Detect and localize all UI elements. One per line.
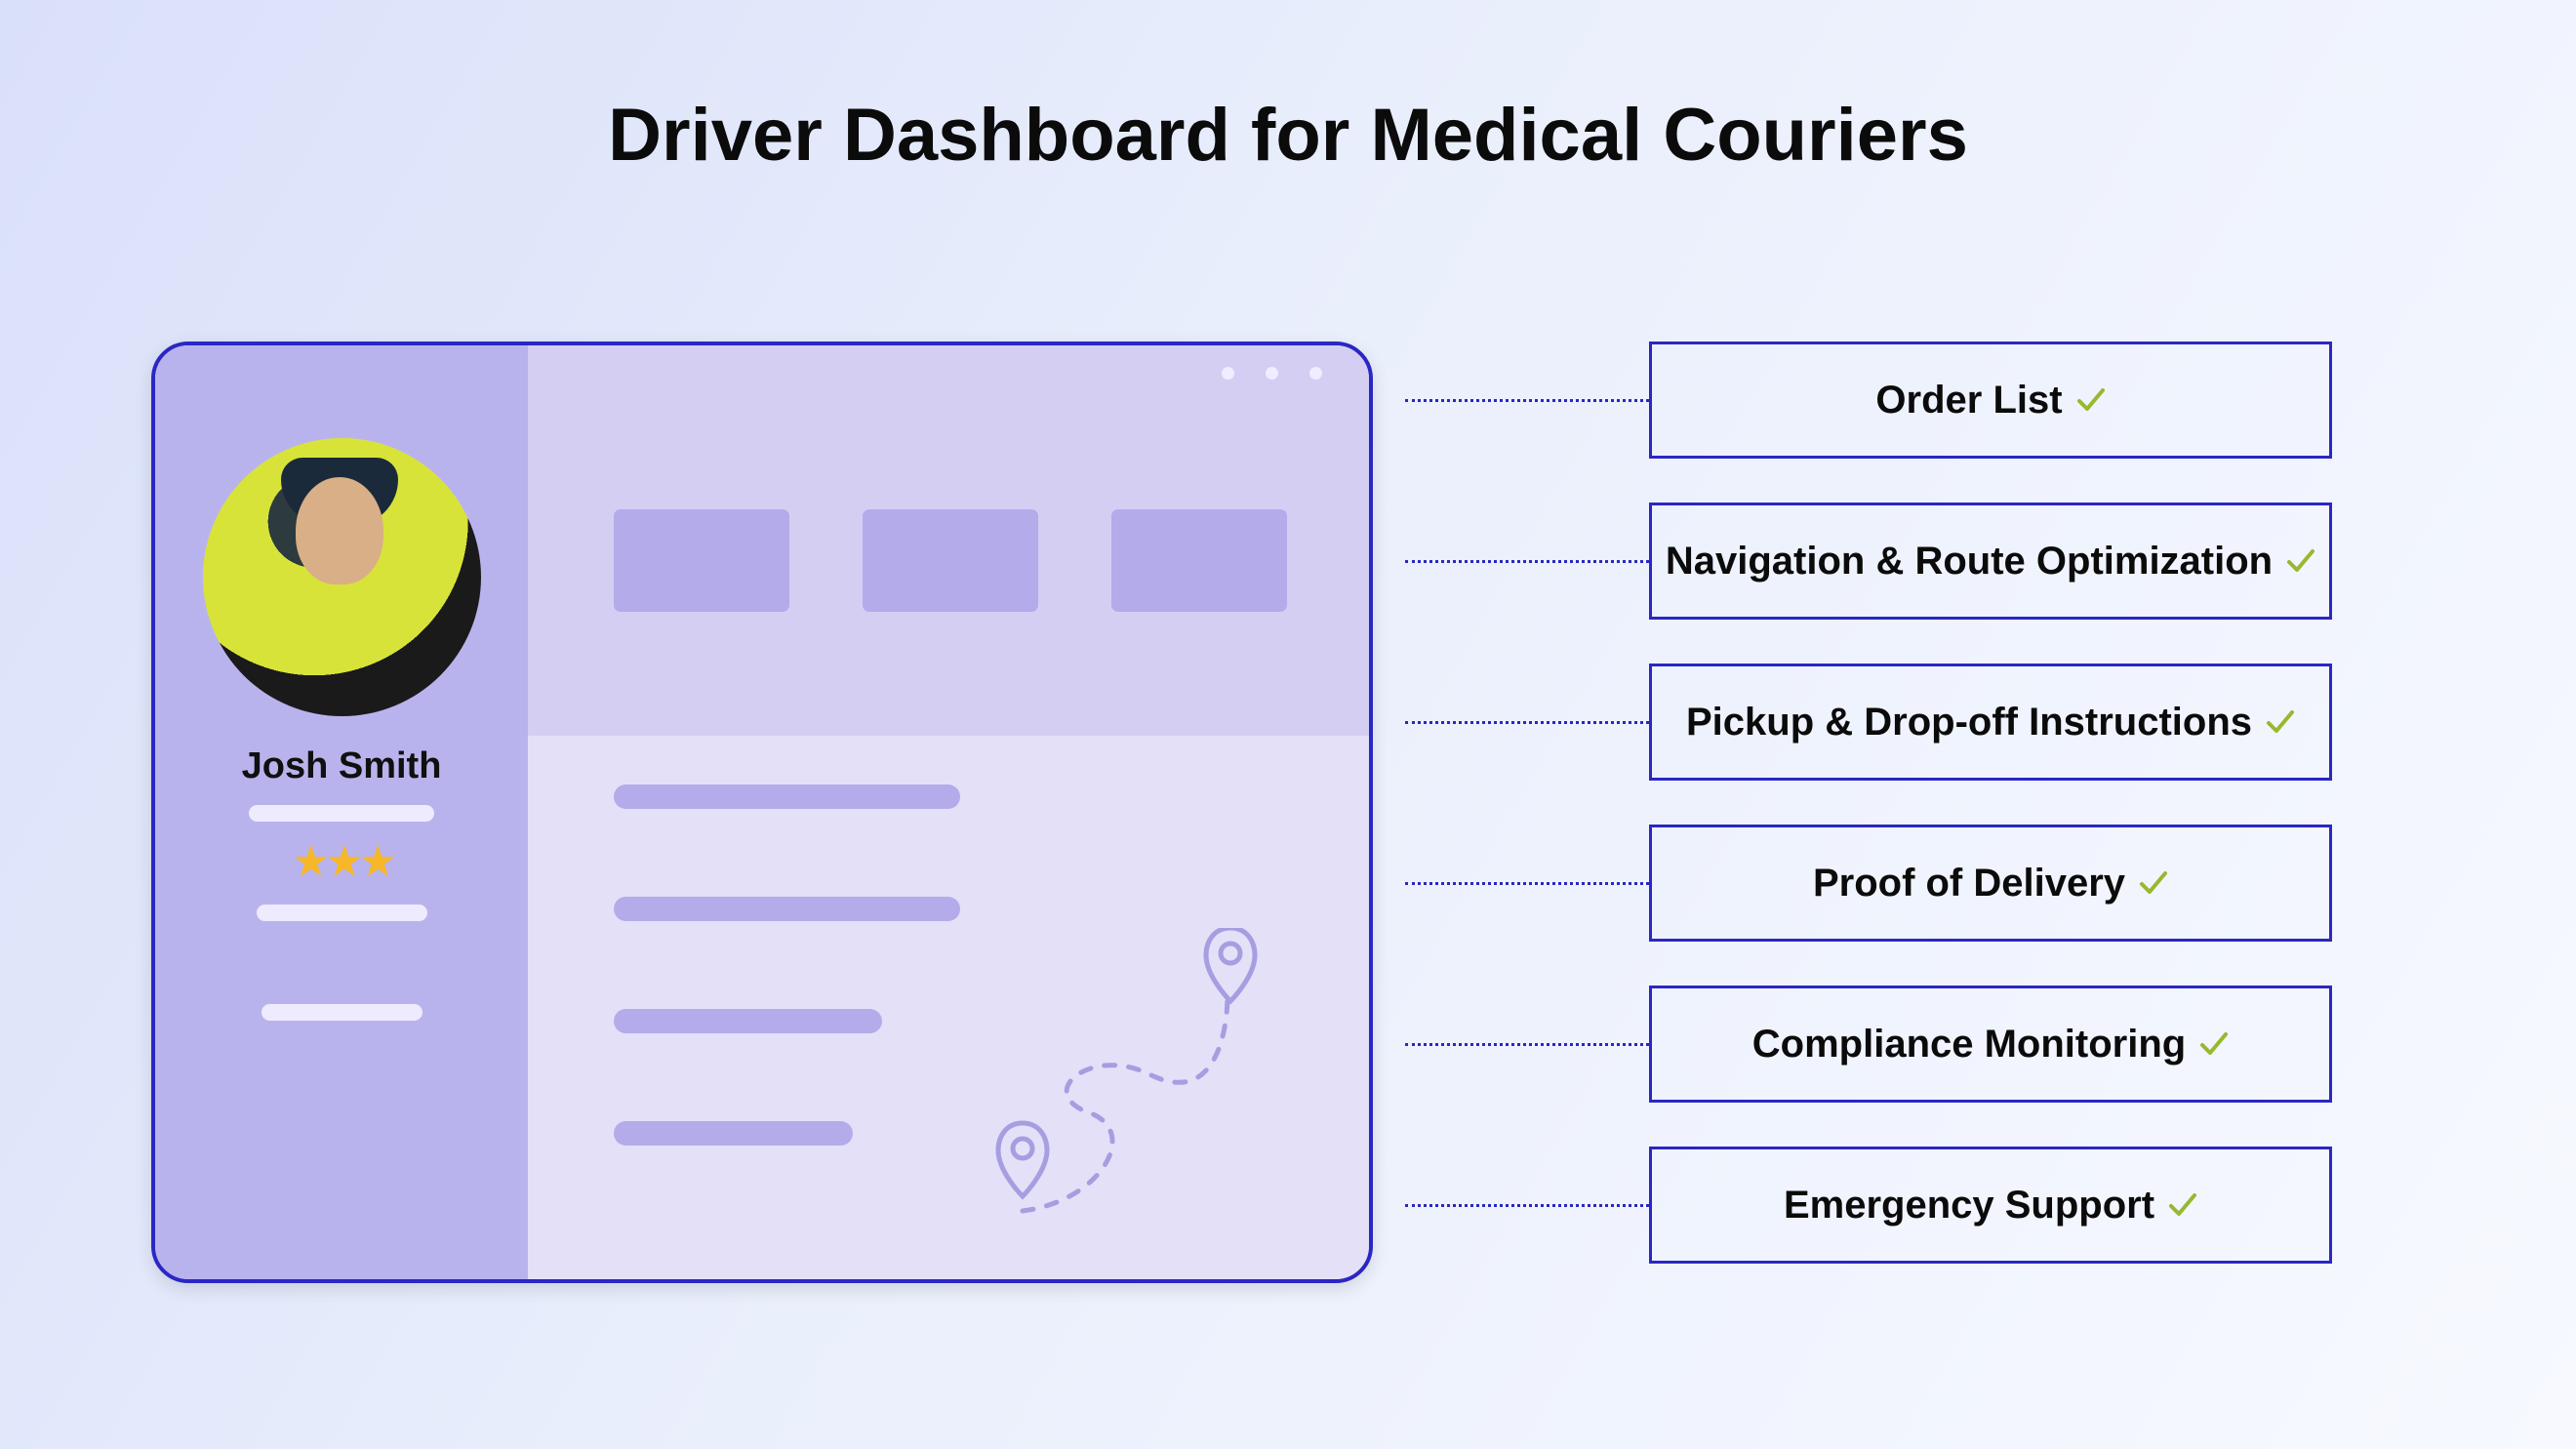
page-title: Driver Dashboard for Medical Couriers <box>0 93 2576 178</box>
sidebar: Josh Smith ★★★ <box>155 345 528 1279</box>
feature-box: Compliance Monitoring <box>1649 986 2332 1103</box>
connector-line <box>1405 1043 1649 1046</box>
content-line <box>614 785 960 809</box>
check-icon <box>2266 707 2295 737</box>
map-pin-icon <box>998 1123 1047 1196</box>
connector-line <box>1405 560 1649 563</box>
check-icon <box>2076 385 2106 415</box>
check-icon <box>2168 1190 2197 1220</box>
main-area <box>528 345 1369 1279</box>
window-dots <box>1222 367 1322 380</box>
feature-box: Navigation & Route Optimization <box>1649 503 2332 620</box>
window-dot <box>1309 367 1322 380</box>
connector-line <box>1405 721 1649 724</box>
feature-label: Proof of Delivery <box>1813 862 2125 906</box>
feature-label: Compliance Monitoring <box>1752 1023 2186 1067</box>
feature-row: Navigation & Route Optimization <box>1405 503 2332 620</box>
feature-label: Navigation & Route Optimization <box>1666 540 2273 584</box>
feature-row: Emergency Support <box>1405 1147 2332 1264</box>
content-area <box>528 736 1369 1279</box>
check-icon <box>2199 1029 2229 1059</box>
feature-row: Order List <box>1405 342 2332 459</box>
feature-row: Pickup & Drop-off Instructions <box>1405 664 2332 781</box>
feature-box: Emergency Support <box>1649 1147 2332 1264</box>
sidebar-line <box>257 905 427 921</box>
metric-block <box>614 509 789 612</box>
content-line <box>614 1121 853 1146</box>
rating-stars-icon: ★★★ <box>291 835 391 887</box>
check-icon <box>2139 868 2168 898</box>
map-pin-icon <box>1206 928 1255 1001</box>
window-dot <box>1266 367 1278 380</box>
feature-box: Order List <box>1649 342 2332 459</box>
connector-line <box>1405 882 1649 885</box>
dashboard-window: Josh Smith ★★★ <box>151 342 1373 1283</box>
connector-line <box>1405 399 1649 402</box>
connector-line <box>1405 1204 1649 1207</box>
content-line <box>614 1009 882 1033</box>
metric-block <box>863 509 1038 612</box>
feature-box: Pickup & Drop-off Instructions <box>1649 664 2332 781</box>
window-dot <box>1222 367 1234 380</box>
avatar <box>203 438 481 716</box>
content-line <box>614 897 960 921</box>
feature-box: Proof of Delivery <box>1649 825 2332 942</box>
feature-row: Proof of Delivery <box>1405 825 2332 942</box>
sidebar-line <box>249 805 434 822</box>
driver-name: Josh Smith <box>242 745 442 787</box>
route-illustration <box>974 928 1315 1240</box>
feature-row: Compliance Monitoring <box>1405 986 2332 1103</box>
check-icon <box>2286 546 2315 576</box>
sidebar-line <box>262 1004 423 1021</box>
metric-block <box>1111 509 1287 612</box>
feature-label: Order List <box>1875 379 2062 423</box>
metrics-row <box>528 345 1369 736</box>
feature-label: Pickup & Drop-off Instructions <box>1686 701 2252 745</box>
feature-label: Emergency Support <box>1784 1184 2154 1228</box>
